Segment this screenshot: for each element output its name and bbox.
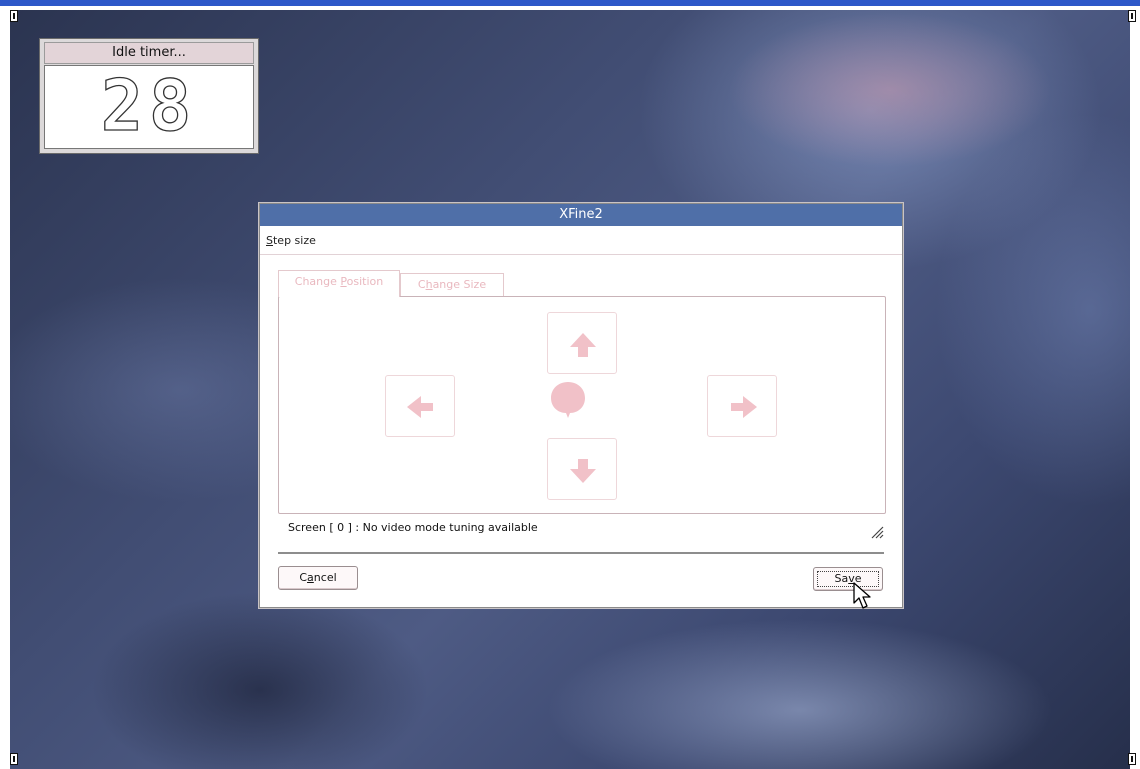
screen-corner-marker-top-right — [1128, 10, 1136, 22]
arrow-left-icon — [407, 396, 433, 418]
resize-grip-icon[interactable] — [868, 523, 884, 539]
screen-corner-marker-bottom-left — [10, 753, 18, 765]
arrow-up-icon — [570, 333, 596, 357]
idle-timer-value: 28 — [100, 65, 198, 147]
button-separator — [278, 552, 884, 554]
menu-step-size-mnemonic: S — [266, 234, 273, 247]
tab-change-size-text-a: C — [417, 278, 426, 291]
tab-change-size[interactable]: Change Size — [400, 273, 504, 297]
screen-corner-marker-bottom-right — [1128, 753, 1136, 765]
move-left-button[interactable] — [385, 375, 455, 437]
move-right-button[interactable] — [707, 375, 777, 437]
center-dot-icon[interactable] — [547, 378, 589, 420]
xfine2-dialog: XFine2 Step size Change Position Change … — [259, 203, 903, 609]
menu-separator — [260, 254, 902, 255]
cancel-mnemonic: a — [307, 571, 314, 584]
cancel-label-a: C — [299, 571, 308, 584]
cancel-button[interactable]: Cancel — [278, 566, 358, 590]
position-panel — [278, 296, 886, 514]
menu-step-size-text: tep size — [272, 234, 316, 247]
tab-change-position[interactable]: Change Position — [278, 270, 400, 297]
idle-timer-window[interactable]: Idle timer... 28 — [39, 38, 259, 154]
move-down-button[interactable] — [547, 438, 617, 500]
mouse-pointer-icon — [853, 582, 871, 609]
cancel-label-b: ncel — [313, 571, 337, 584]
dialog-title-bar[interactable]: XFine2 — [260, 204, 902, 226]
screen-corner-marker-top-left — [10, 10, 18, 22]
idle-timer-title[interactable]: Idle timer... — [44, 42, 254, 64]
move-up-button[interactable] — [547, 312, 617, 374]
top-edge-bar — [0, 0, 1140, 6]
idle-timer-display: 28 — [44, 65, 254, 149]
tab-change-size-mnemonic: h — [425, 278, 433, 291]
tab-change-position-text-a: Change — [294, 275, 341, 288]
arrow-down-icon — [570, 459, 596, 483]
menu-step-size[interactable]: Step size — [266, 234, 316, 247]
save-label-a: Sa — [834, 572, 849, 585]
arrow-right-icon — [731, 396, 757, 418]
status-text: Screen [ 0 ] : No video mode tuning avai… — [288, 521, 538, 534]
tab-change-position-text-b: osition — [346, 275, 384, 288]
tab-change-size-text-b: ange Size — [432, 278, 487, 291]
